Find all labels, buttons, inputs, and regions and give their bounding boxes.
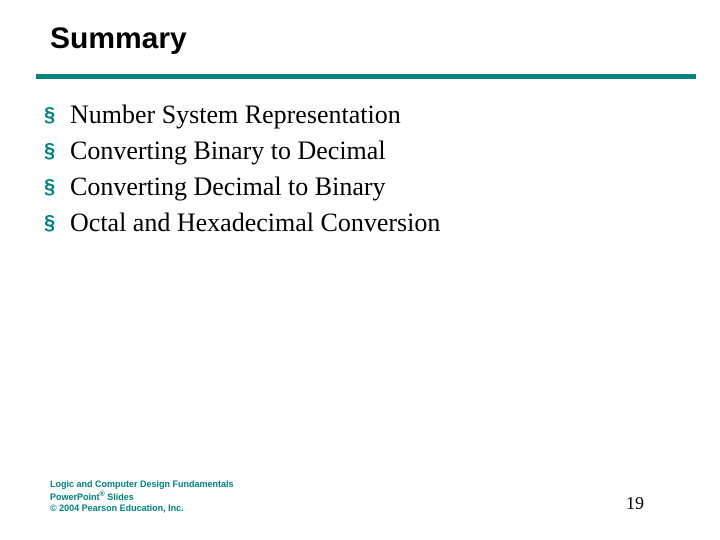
slide-title: Summary xyxy=(50,22,684,56)
bullet-text: Number System Representation xyxy=(70,99,401,131)
page-number: 19 xyxy=(626,493,644,514)
bullet-text: Converting Decimal to Binary xyxy=(70,171,386,203)
bullet-icon: § xyxy=(44,171,70,203)
divider-rule xyxy=(36,74,696,79)
footer-copyright: Logic and Computer Design Fundamentals P… xyxy=(50,479,234,514)
footer-line1: Logic and Computer Design Fundamentals xyxy=(50,479,234,490)
bullet-icon: § xyxy=(44,99,70,131)
list-item: § Converting Decimal to Binary xyxy=(44,171,684,203)
list-item: § Number System Representation xyxy=(44,99,684,131)
bullet-text: Octal and Hexadecimal Conversion xyxy=(70,207,440,239)
footer-line2: PowerPoint® Slides xyxy=(50,491,234,503)
bullet-icon: § xyxy=(44,135,70,167)
footer-line3: © 2004 Pearson Education, Inc. xyxy=(50,503,234,514)
list-item: § Octal and Hexadecimal Conversion xyxy=(44,207,684,239)
list-item: § Converting Binary to Decimal xyxy=(44,135,684,167)
bullet-text: Converting Binary to Decimal xyxy=(70,135,386,167)
slide: Summary § Number System Representation §… xyxy=(0,0,720,540)
bullet-icon: § xyxy=(44,207,70,239)
bullet-list: § Number System Representation § Convert… xyxy=(44,99,684,239)
